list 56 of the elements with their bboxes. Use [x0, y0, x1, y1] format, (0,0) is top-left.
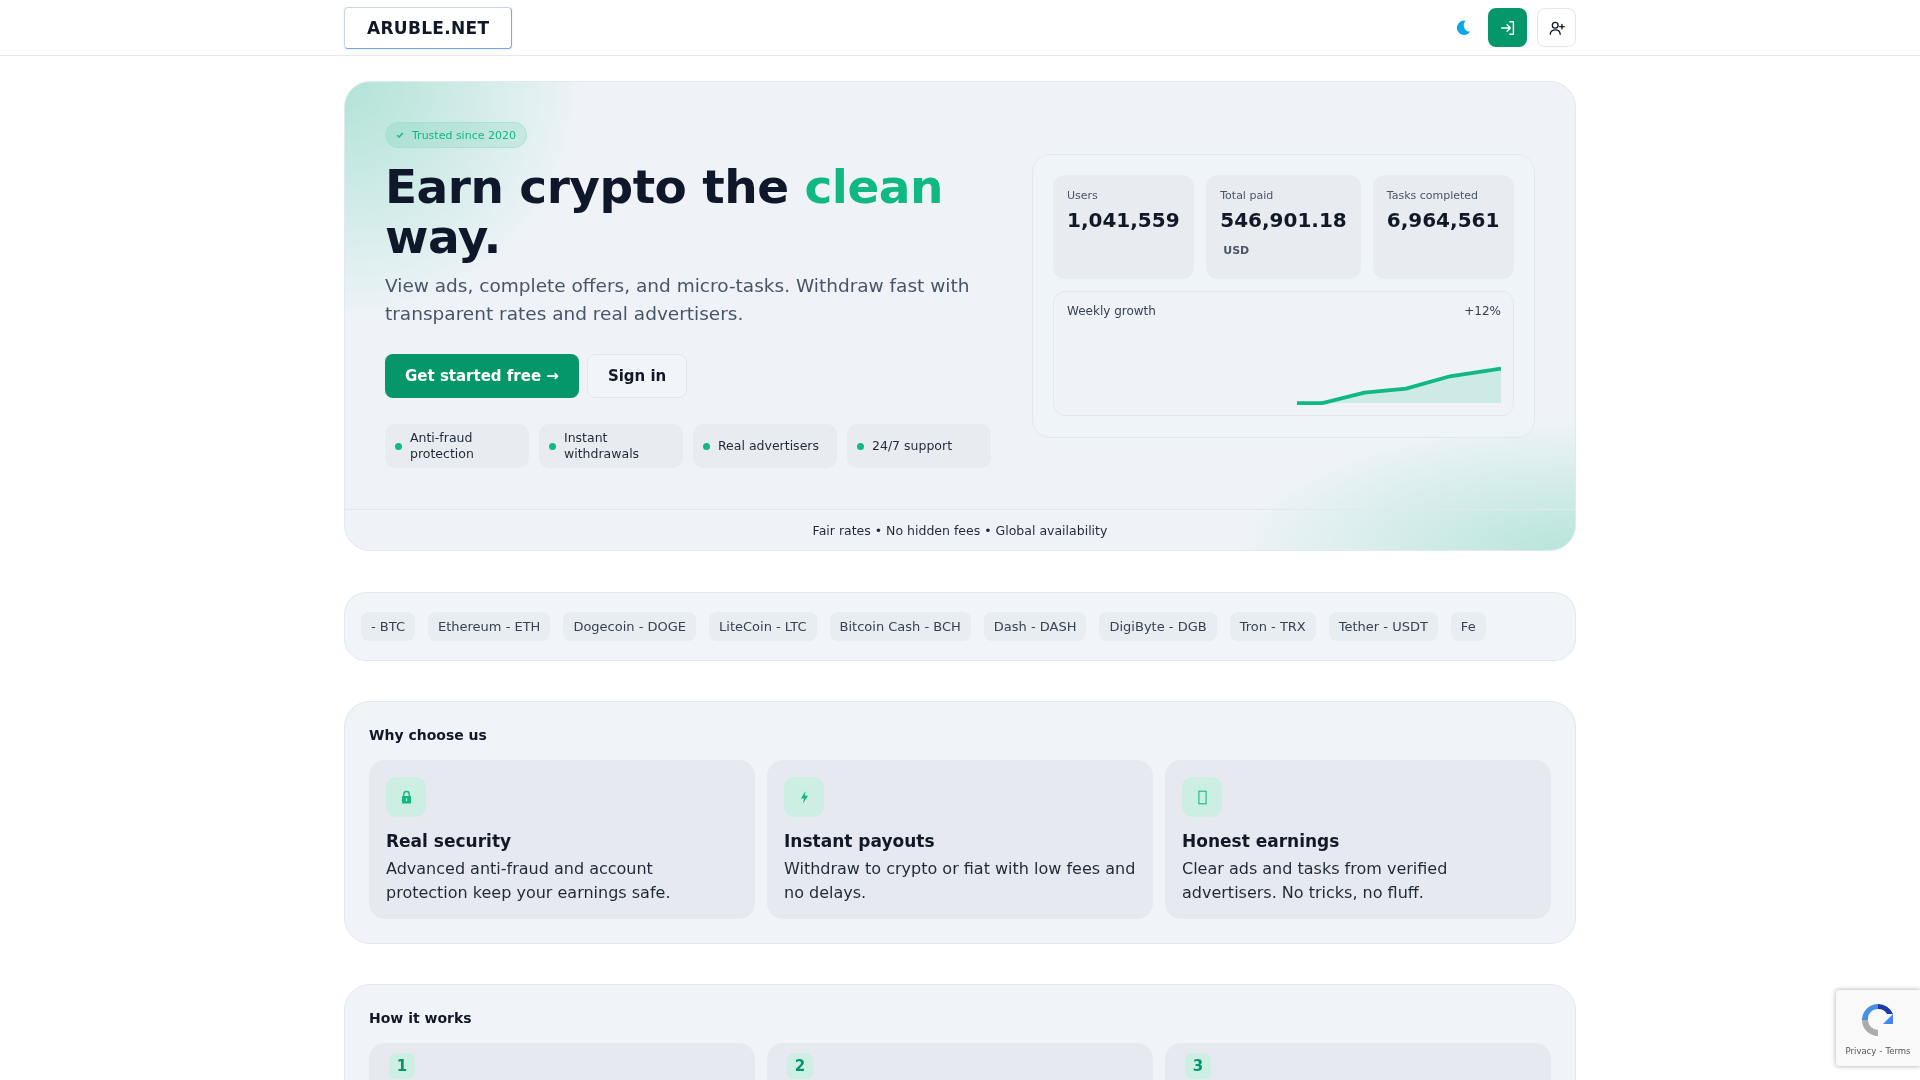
check-icon [396, 131, 404, 139]
section-title: Why choose us [369, 727, 488, 743]
link-separator: - [1879, 1046, 1883, 1056]
hero-footnote: Fair rates • No hidden fees • Global availability [812, 522, 1108, 538]
coin-chip: Fe [1450, 612, 1486, 641]
coin-chip: - BTC [361, 612, 415, 641]
dot-icon [703, 442, 710, 450]
coin-chip: Bitcoin Cash - BCH [829, 612, 971, 641]
step-number: 1 [389, 1053, 415, 1079]
get-started-button[interactable]: Get started free → [385, 354, 579, 398]
step-number: 3 [1185, 1053, 1211, 1079]
coin-chip: Dogecoin - DOGE [563, 612, 697, 641]
trust-text: Trusted since 2020 [412, 128, 516, 142]
stat-value: 6,964,561 [1386, 208, 1500, 232]
card-text: Withdraw to crypto or fiat with low fees and no delays. [784, 858, 1136, 904]
growth-change: +12% [1464, 304, 1501, 318]
step-number: 2 [787, 1053, 813, 1079]
register-button[interactable] [1537, 8, 1576, 47]
sign-in-button[interactable]: Sign in [586, 354, 688, 398]
card-title: Instant payouts [784, 831, 936, 851]
stat-unit: USD [1222, 244, 1251, 257]
feature-label: 24/7 support [872, 438, 953, 454]
rectangle-icon [1197, 789, 1207, 805]
dot-icon [857, 442, 864, 450]
feature-label: Real advertisers [718, 438, 819, 454]
sign-in-icon [1498, 18, 1517, 37]
dot-icon [395, 442, 402, 450]
coin-chip: DigiByte - DGB [1099, 612, 1217, 641]
stat-value: 1,041,559 [1067, 208, 1181, 232]
coin-chip: Tron - TRX [1229, 612, 1316, 641]
privacy-link[interactable]: Privacy [1845, 1046, 1877, 1056]
feature-label: Anti-fraud protection [410, 430, 475, 462]
stat-label: Users [1067, 189, 1099, 202]
card-title: Real security [386, 831, 513, 851]
stat-value: 546,901.18 [1220, 208, 1347, 232]
card-text: Clear ads and tasks from verified advertisers. No tricks, no fluff. [1182, 858, 1449, 904]
moon-icon[interactable] [1454, 18, 1472, 37]
lightning-icon [799, 790, 809, 804]
dot-icon [549, 442, 556, 450]
login-button[interactable] [1488, 8, 1527, 47]
card-text: Advanced anti-fraud and account protection keep your earnings safe. [386, 858, 672, 904]
coin-chip: Dash - DASH [983, 612, 1087, 641]
stat-label: Total paid [1220, 189, 1275, 202]
site-logo[interactable]: ARUBLE.NET [344, 6, 513, 49]
hero-description: View ads, complete offers, and micro-tasks. Withdraw fast with transparent rates and real advertisers. [385, 274, 971, 326]
terms-link[interactable]: Terms [1885, 1046, 1911, 1056]
feature-label: Instant withdrawals [564, 430, 641, 462]
lock-icon [400, 790, 412, 804]
coin-chip: LiteCoin - LTC [709, 612, 817, 641]
coin-chip: Tether - USDT [1328, 612, 1438, 641]
coin-chip: Ethereum - ETH [428, 612, 551, 641]
growth-label: Weekly growth [1067, 304, 1156, 318]
stat-label: Tasks completed [1386, 189, 1480, 202]
card-title: Honest earnings [1182, 831, 1341, 851]
headline: Earn crypto the clean way. [385, 162, 944, 262]
section-title: How it works [369, 1010, 473, 1026]
